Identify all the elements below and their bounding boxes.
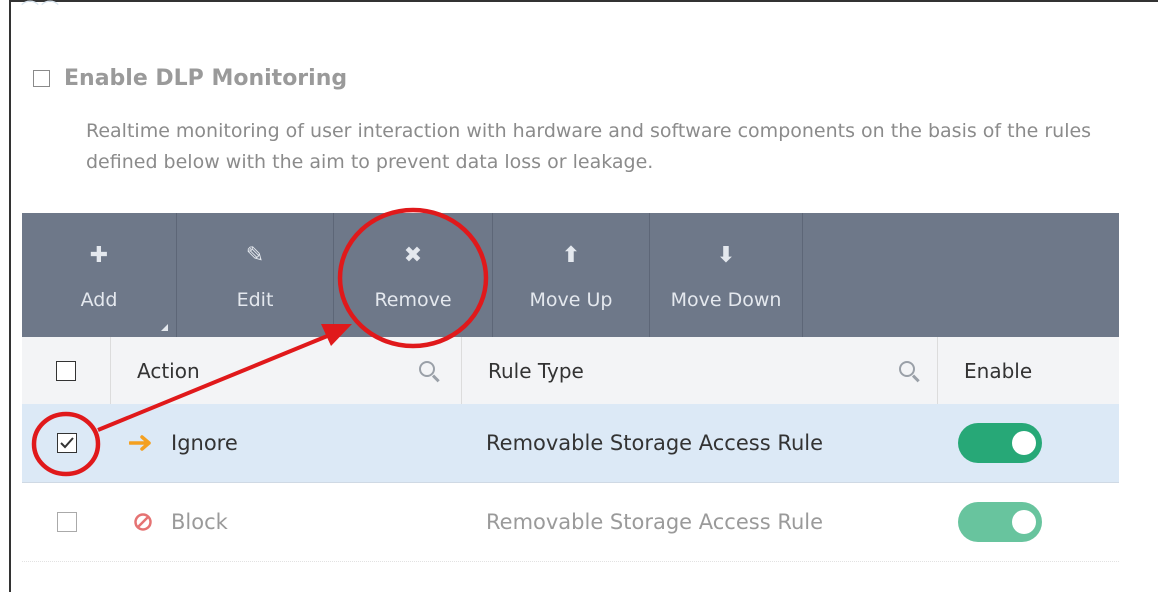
x-icon: ✖ — [403, 243, 423, 268]
toggle-knob — [1012, 510, 1036, 534]
arrow-up-icon: ⬆ — [561, 243, 581, 268]
add-button[interactable]: ✚ Add — [22, 213, 177, 337]
edit-label: Edit — [236, 289, 274, 311]
action-header-label: Action — [137, 358, 200, 383]
rule-type-header-label: Rule Type — [488, 358, 584, 383]
action-cell: Block — [111, 483, 462, 562]
column-header-rule-type[interactable]: Rule Type — [462, 337, 938, 404]
add-label: Add — [80, 289, 118, 311]
enable-dlp-checkbox[interactable] — [33, 70, 50, 87]
enable-header-label: Enable — [964, 358, 1033, 383]
move-up-label: Move Up — [529, 289, 613, 311]
no-entry-icon — [134, 513, 152, 531]
move-down-label: Move Down — [670, 289, 782, 311]
row-checkbox[interactable] — [56, 512, 77, 532]
enable-dlp-label: Enable DLP Monitoring — [64, 66, 348, 91]
arrow-down-icon: ⬇ — [716, 243, 736, 268]
enable-toggle[interactable] — [958, 423, 1042, 463]
select-all-cell — [22, 337, 111, 404]
move-up-button[interactable]: ⬆ Move Up — [493, 213, 650, 337]
dlp-description: Realtime monitoring of user interaction … — [86, 120, 1092, 173]
move-down-button[interactable]: ⬇ Move Down — [650, 213, 803, 337]
enable-cell — [938, 483, 1119, 562]
action-cell: Ignore — [111, 404, 462, 483]
edit-button[interactable]: ✎ Edit — [177, 213, 334, 337]
checkmark-icon — [59, 437, 74, 449]
table-header: Action Rule Type Enable — [22, 337, 1119, 405]
toggle-knob — [1012, 431, 1036, 455]
column-header-enable[interactable]: Enable — [938, 337, 1119, 404]
action-value: Ignore — [171, 431, 238, 455]
rule-type-value: Removable Storage Access Rule — [486, 431, 824, 455]
pencil-icon: ✎ — [245, 243, 265, 268]
remove-button[interactable]: ✖ Remove — [334, 213, 493, 337]
rule-type-cell: Removable Storage Access Rule — [462, 483, 938, 562]
rule-type-search-icon[interactable] — [899, 361, 915, 377]
row-select-cell — [22, 483, 111, 562]
table-row[interactable]: Ignore Removable Storage Access Rule — [22, 404, 1119, 483]
dropdown-corner-icon — [161, 324, 168, 331]
plus-icon: ✚ — [89, 243, 109, 268]
faint-logo-icon: ⌒⌒ — [21, 0, 61, 21]
action-value: Block — [171, 510, 228, 534]
enable-cell — [938, 404, 1119, 483]
remove-label: Remove — [374, 289, 452, 311]
rules-toolbar: ✚ Add ✎ Edit ✖ Remove ⬆ Move Up ⬇ Move D… — [22, 213, 1119, 337]
rule-type-value: Removable Storage Access Rule — [486, 510, 824, 534]
row-select-cell — [22, 404, 111, 483]
row-checkbox-checked[interactable] — [56, 433, 77, 453]
arrow-right-icon — [129, 435, 151, 451]
rule-type-cell: Removable Storage Access Rule — [462, 404, 938, 483]
action-search-icon[interactable] — [419, 361, 435, 377]
enable-dlp-row[interactable]: Enable DLP Monitoring — [33, 66, 347, 91]
enable-toggle[interactable] — [958, 502, 1042, 542]
select-all-checkbox[interactable] — [56, 360, 76, 381]
table-row[interactable]: Block Removable Storage Access Rule — [22, 483, 1119, 562]
column-header-action[interactable]: Action — [111, 337, 462, 404]
